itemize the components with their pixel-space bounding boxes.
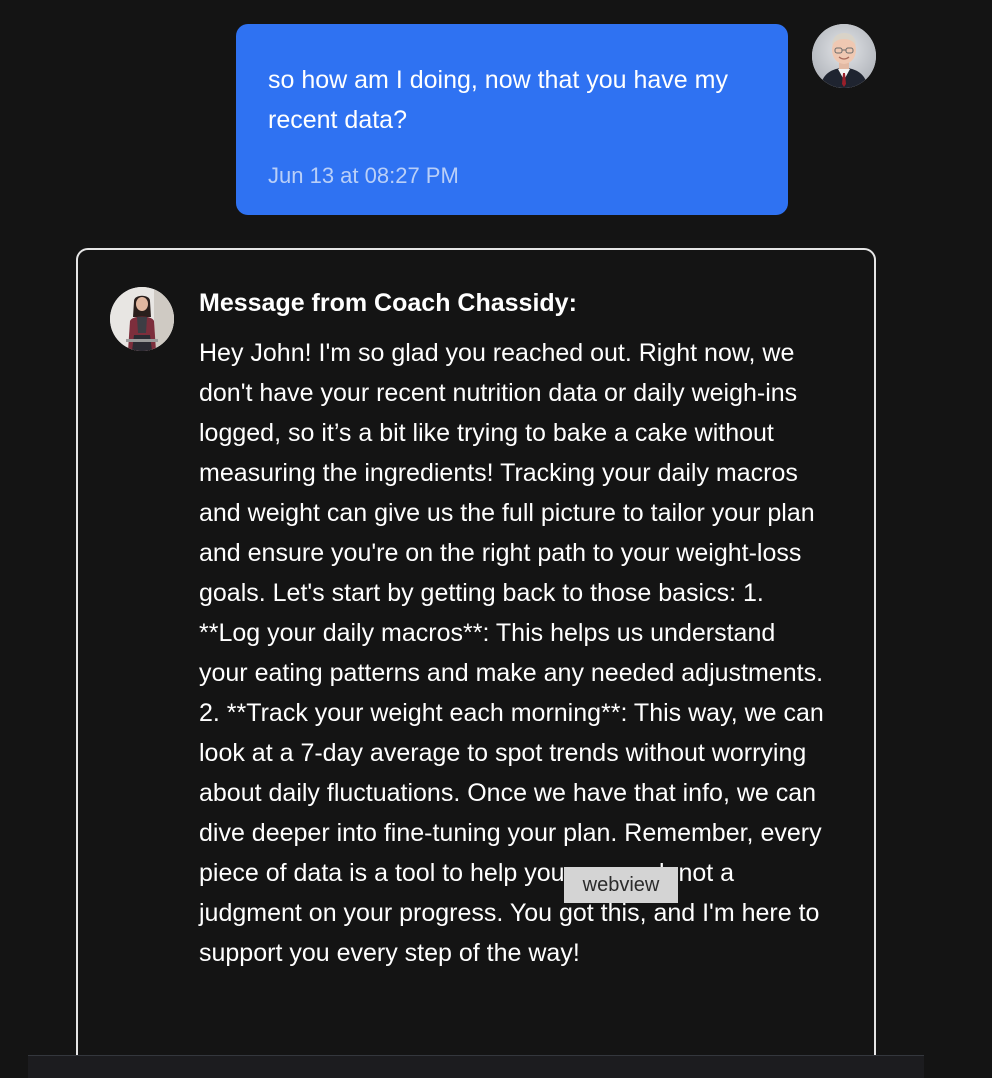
user-message-text: so how am I doing, now that you have my … xyxy=(268,66,728,134)
chat-screen: so how am I doing, now that you have my … xyxy=(0,0,992,1078)
user-avatar-icon xyxy=(812,24,876,88)
coach-message-card[interactable]: Message from Coach Chassidy: Hey John! I… xyxy=(76,248,876,1078)
coach-avatar[interactable] xyxy=(110,287,174,351)
user-message-bubble[interactable]: so how am I doing, now that you have my … xyxy=(236,24,788,215)
coach-message-title: Message from Coach Chassidy: xyxy=(199,289,577,317)
user-message-timestamp: Jun 13 at 08:27 PM xyxy=(268,163,459,188)
webview-label: webview xyxy=(564,867,678,903)
user-avatar[interactable] xyxy=(812,24,876,88)
bottom-bar xyxy=(28,1055,924,1078)
coach-avatar-icon xyxy=(110,287,174,351)
coach-message-body: Hey John! I'm so glad you reached out. R… xyxy=(199,339,824,967)
